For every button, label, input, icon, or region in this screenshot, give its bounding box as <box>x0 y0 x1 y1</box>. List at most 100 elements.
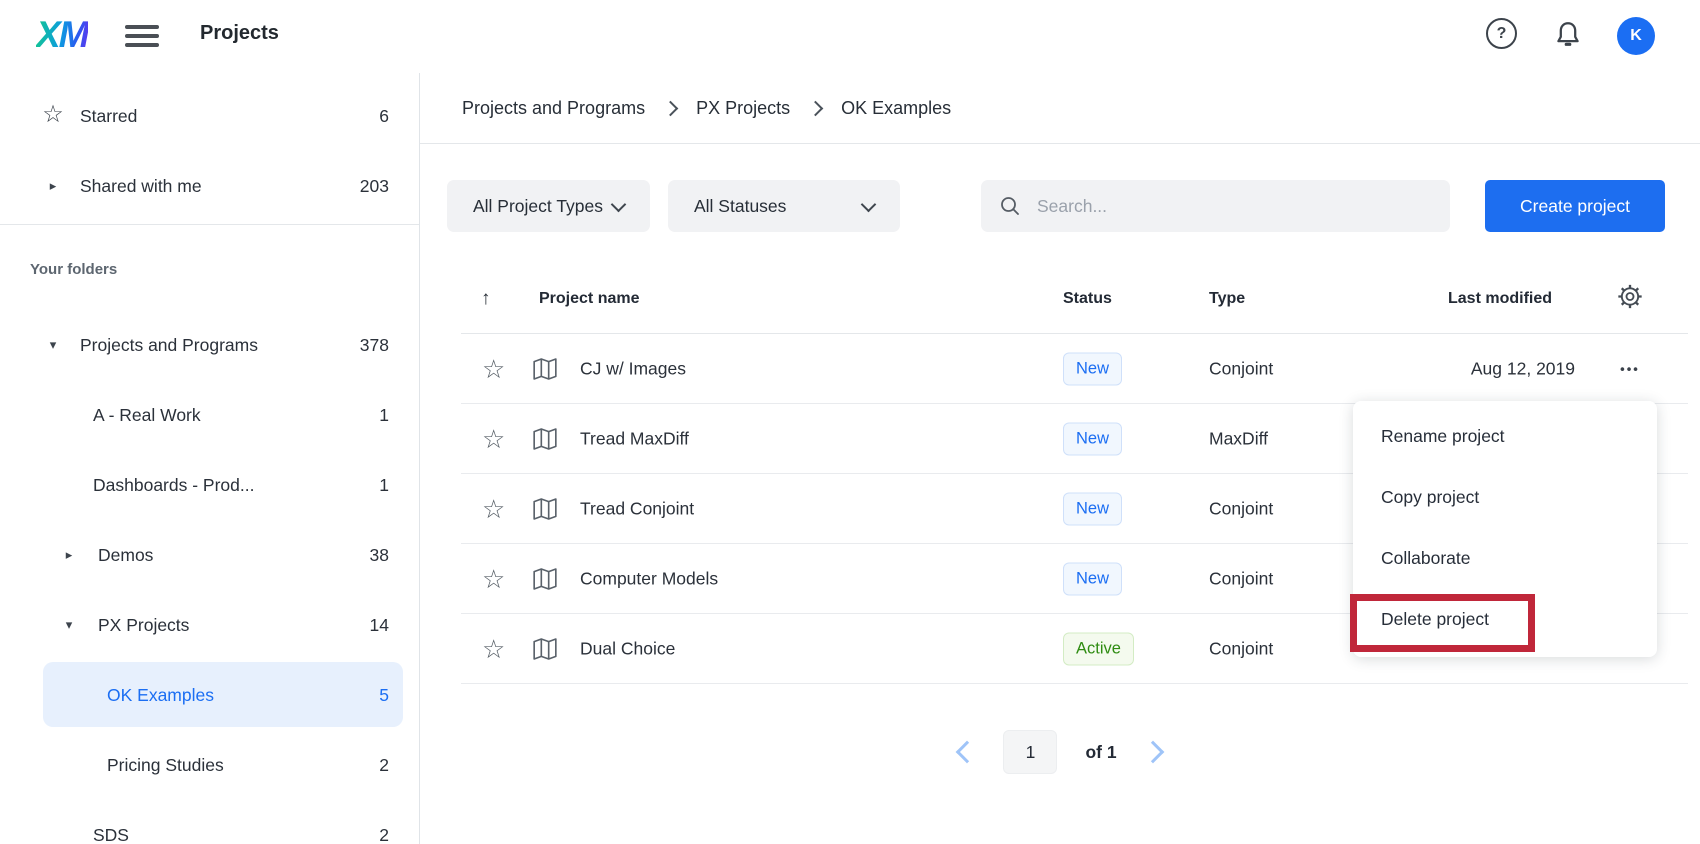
status-badge: New <box>1063 352 1122 385</box>
sidebar-folder-pricing-studies[interactable]: Pricing Studies2 <box>0 730 419 800</box>
help-icon[interactable]: ? <box>1486 18 1517 49</box>
pagination: 1 of 1 <box>420 726 1700 778</box>
xm-logo[interactable]: XM <box>36 14 88 56</box>
row-context-menu: Rename projectCopy projectCollaborateDel… <box>1353 401 1657 657</box>
folder-count: 2 <box>379 825 389 844</box>
folder-label: A - Real Work <box>0 405 201 426</box>
menu-item-copy-project[interactable]: Copy project <box>1353 467 1657 528</box>
project-types-dropdown-label: All Project Types <box>473 196 603 217</box>
folder-count: 378 <box>360 335 389 356</box>
table-settings-gear-icon[interactable] <box>1610 282 1650 315</box>
sidebar-folder-sds[interactable]: SDS 2 <box>0 800 419 844</box>
project-type-icon <box>532 427 560 451</box>
folder-label: Projects and Programs <box>0 335 258 356</box>
star-icon[interactable]: ☆ <box>482 636 508 662</box>
breadcrumb-item[interactable]: PX Projects <box>696 98 790 119</box>
folder-label: Demos <box>0 545 153 566</box>
folder-label: OK Examples <box>0 685 214 706</box>
star-icon[interactable]: ☆ <box>482 356 508 382</box>
folder-label: Pricing Studies <box>0 755 224 776</box>
sidebar-folder-dashboards-prod-[interactable]: Dashboards - Prod...1 <box>0 450 419 520</box>
project-type: MaxDiff <box>1209 428 1268 449</box>
menu-item-delete-project[interactable]: Delete project <box>1353 589 1657 650</box>
status-badge: New <box>1063 422 1122 455</box>
sidebar-item-label: Starred <box>0 106 137 127</box>
search-icon <box>999 195 1021 217</box>
statuses-dropdown-label: All Statuses <box>694 196 786 217</box>
status-badge-label: Active <box>1063 632 1134 665</box>
column-header-project-name[interactable]: Project name <box>539 290 639 308</box>
create-project-button[interactable]: Create project <box>1485 180 1665 232</box>
projects-page: XM Projects ? K ☆Starred6▸Shared with me… <box>0 0 1700 844</box>
project-type: Conjoint <box>1209 638 1273 659</box>
sidebar-item-shared-with-me[interactable]: ▸Shared with me203 <box>0 151 419 221</box>
table-header-row: ↑ Project name Status Type Last modified <box>461 264 1688 334</box>
sidebar-item-label: Shared with me <box>0 176 202 197</box>
next-page-icon[interactable] <box>1141 741 1164 764</box>
folder-label: PX Projects <box>0 615 189 636</box>
folder-count: 5 <box>379 685 389 706</box>
sidebar-folder-demos[interactable]: ▸Demos38 <box>0 520 419 590</box>
folder-count: 1 <box>379 405 389 426</box>
top-bar: XM Projects ? K <box>0 0 1700 74</box>
page-title: Projects <box>200 22 279 45</box>
menu-item-collaborate[interactable]: Collaborate <box>1353 528 1657 589</box>
breadcrumb-item[interactable]: OK Examples <box>841 98 951 119</box>
project-name[interactable]: Tread MaxDiff <box>580 428 689 449</box>
search-box[interactable] <box>981 180 1450 232</box>
row-actions-button[interactable]: ••• <box>1605 361 1655 376</box>
column-header-type[interactable]: Type <box>1209 290 1245 308</box>
project-type: Conjoint <box>1209 568 1273 589</box>
star-icon[interactable]: ☆ <box>482 426 508 452</box>
project-name[interactable]: Tread Conjoint <box>580 498 694 519</box>
chevron-right-icon <box>808 100 824 116</box>
chevron-right-icon <box>663 100 679 116</box>
folder-label: SDS <box>0 825 129 844</box>
previous-page-icon[interactable] <box>956 741 979 764</box>
project-type-icon <box>532 497 560 521</box>
column-header-status[interactable]: Status <box>1063 290 1112 308</box>
table-row: ☆ CJ w/ Images New Conjoint Aug 12, 2019 ••• <box>461 334 1688 404</box>
chevron-down-icon <box>861 196 877 212</box>
status-badge: New <box>1063 492 1122 525</box>
folder-count: 14 <box>370 615 389 636</box>
project-name[interactable]: CJ w/ Images <box>580 358 686 379</box>
project-type-icon <box>532 567 560 591</box>
sidebar-folder-px-projects[interactable]: ▾PX Projects14 <box>0 590 419 660</box>
sidebar-item-count: 6 <box>379 106 389 127</box>
status-badge-label: New <box>1063 352 1122 385</box>
status-badge-label: New <box>1063 562 1122 595</box>
your-folders-label: Your folders <box>0 225 419 310</box>
sidebar-folder-ok-examples[interactable]: OK Examples 5 <box>0 660 419 730</box>
project-types-dropdown[interactable]: All Project Types <box>447 180 650 232</box>
sidebar-folder-projects-and-programs[interactable]: ▾Projects and Programs378 <box>0 310 419 380</box>
star-icon[interactable]: ☆ <box>482 496 508 522</box>
breadcrumb: Projects and Programs PX Projects OK Examp… <box>462 87 951 129</box>
sidebar-item-count: 203 <box>360 176 389 197</box>
sidebar: ☆Starred6▸Shared with me203Your folders▾… <box>0 73 420 844</box>
last-modified: Aug 12, 2019 <box>1400 358 1575 379</box>
menu-item-rename-project[interactable]: Rename project <box>1353 406 1657 467</box>
search-input[interactable] <box>1035 195 1432 218</box>
project-name[interactable]: Dual Choice <box>580 638 675 659</box>
sort-ascending-icon[interactable]: ↑ <box>481 288 503 310</box>
column-header-last-modified[interactable]: Last modified <box>1448 290 1552 308</box>
status-badge-label: New <box>1063 422 1122 455</box>
sidebar-folder-a-real-work[interactable]: A - Real Work 1 <box>0 380 419 450</box>
project-name[interactable]: Computer Models <box>580 568 718 589</box>
star-icon[interactable]: ☆ <box>482 566 508 592</box>
status-badge: New <box>1063 562 1122 595</box>
current-page-box[interactable]: 1 <box>1003 730 1057 774</box>
sidebar-item-starred[interactable]: ☆Starred6 <box>0 81 419 151</box>
folder-count: 38 <box>370 545 389 566</box>
user-avatar[interactable]: K <box>1617 17 1655 55</box>
statuses-dropdown[interactable]: All Statuses <box>668 180 900 232</box>
status-badge-label: New <box>1063 492 1122 525</box>
folder-label: Dashboards - Prod... <box>0 475 254 496</box>
breadcrumb-item[interactable]: Projects and Programs <box>462 98 645 119</box>
project-type-icon <box>532 357 560 381</box>
project-type: Conjoint <box>1209 358 1273 379</box>
hamburger-menu-icon[interactable] <box>125 25 159 48</box>
breadcrumb-divider <box>420 143 1700 144</box>
notifications-bell-icon[interactable] <box>1552 18 1584 52</box>
